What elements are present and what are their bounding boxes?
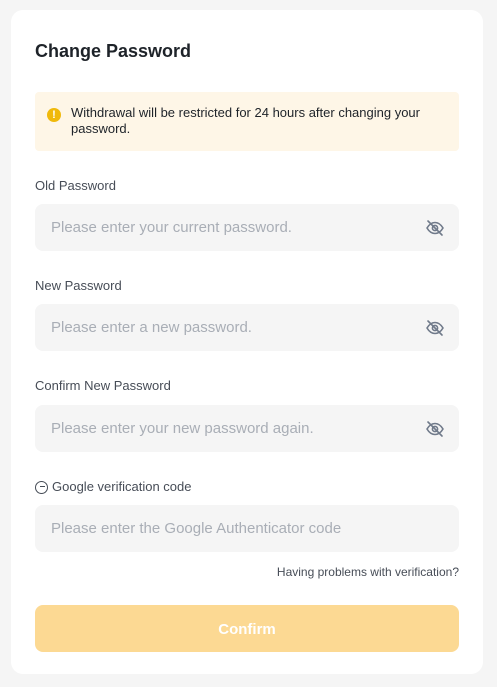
- change-password-card: Change Password ! Withdrawal will be res…: [11, 10, 483, 674]
- verification-help-link[interactable]: Having problems with verification?: [277, 564, 459, 580]
- eye-off-icon[interactable]: [425, 318, 445, 338]
- new-password-field[interactable]: [35, 304, 459, 351]
- old-password-input[interactable]: [35, 204, 405, 251]
- old-password-field[interactable]: [35, 204, 459, 251]
- google-icon: [35, 480, 48, 494]
- google-code-label-text: Google verification code: [52, 479, 192, 494]
- new-password-input[interactable]: [35, 304, 405, 351]
- new-password-label: New Password: [35, 278, 122, 293]
- eye-off-icon[interactable]: [425, 218, 445, 238]
- eye-off-icon[interactable]: [425, 419, 445, 439]
- confirm-password-field[interactable]: [35, 405, 459, 452]
- notice-text: Withdrawal will be restricted for 24 hou…: [71, 105, 420, 136]
- confirm-button[interactable]: Confirm: [35, 605, 459, 652]
- google-code-field[interactable]: [35, 505, 459, 552]
- old-password-label: Old Password: [35, 178, 116, 193]
- warning-icon: !: [47, 108, 61, 122]
- page-title: Change Password: [35, 41, 192, 61]
- google-code-label: Google verification code: [35, 479, 191, 495]
- warning-notice: ! Withdrawal will be restricted for 24 h…: [35, 92, 459, 151]
- confirm-password-input[interactable]: [35, 405, 405, 452]
- google-code-input[interactable]: [35, 505, 459, 552]
- confirm-password-label: Confirm New Password: [35, 378, 171, 393]
